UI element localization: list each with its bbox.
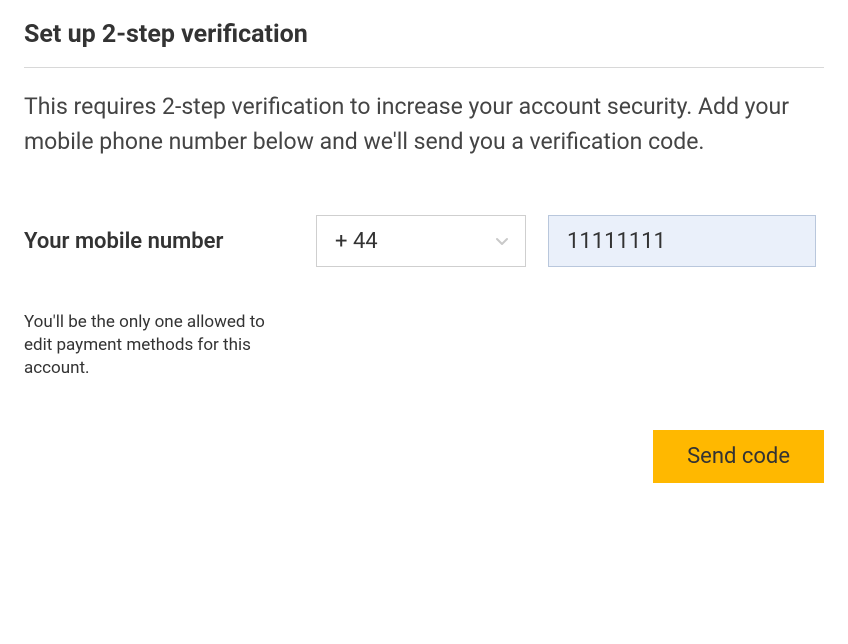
phone-number-input[interactable] xyxy=(548,215,816,267)
title-divider xyxy=(24,67,824,68)
helper-text: You'll be the only one allowed to edit p… xyxy=(24,311,294,380)
chevron-down-icon xyxy=(495,234,509,248)
country-code-select[interactable]: + 44 xyxy=(316,215,526,267)
button-row: Send code xyxy=(24,430,824,483)
send-code-button[interactable]: Send code xyxy=(653,430,824,483)
page-title: Set up 2-step verification xyxy=(24,20,824,67)
mobile-number-label: Your mobile number xyxy=(24,229,294,254)
mobile-field-row: Your mobile number + 44 xyxy=(24,215,824,267)
description-text: This requires 2-step verification to inc… xyxy=(24,90,824,159)
country-code-value: + 44 xyxy=(335,229,378,254)
